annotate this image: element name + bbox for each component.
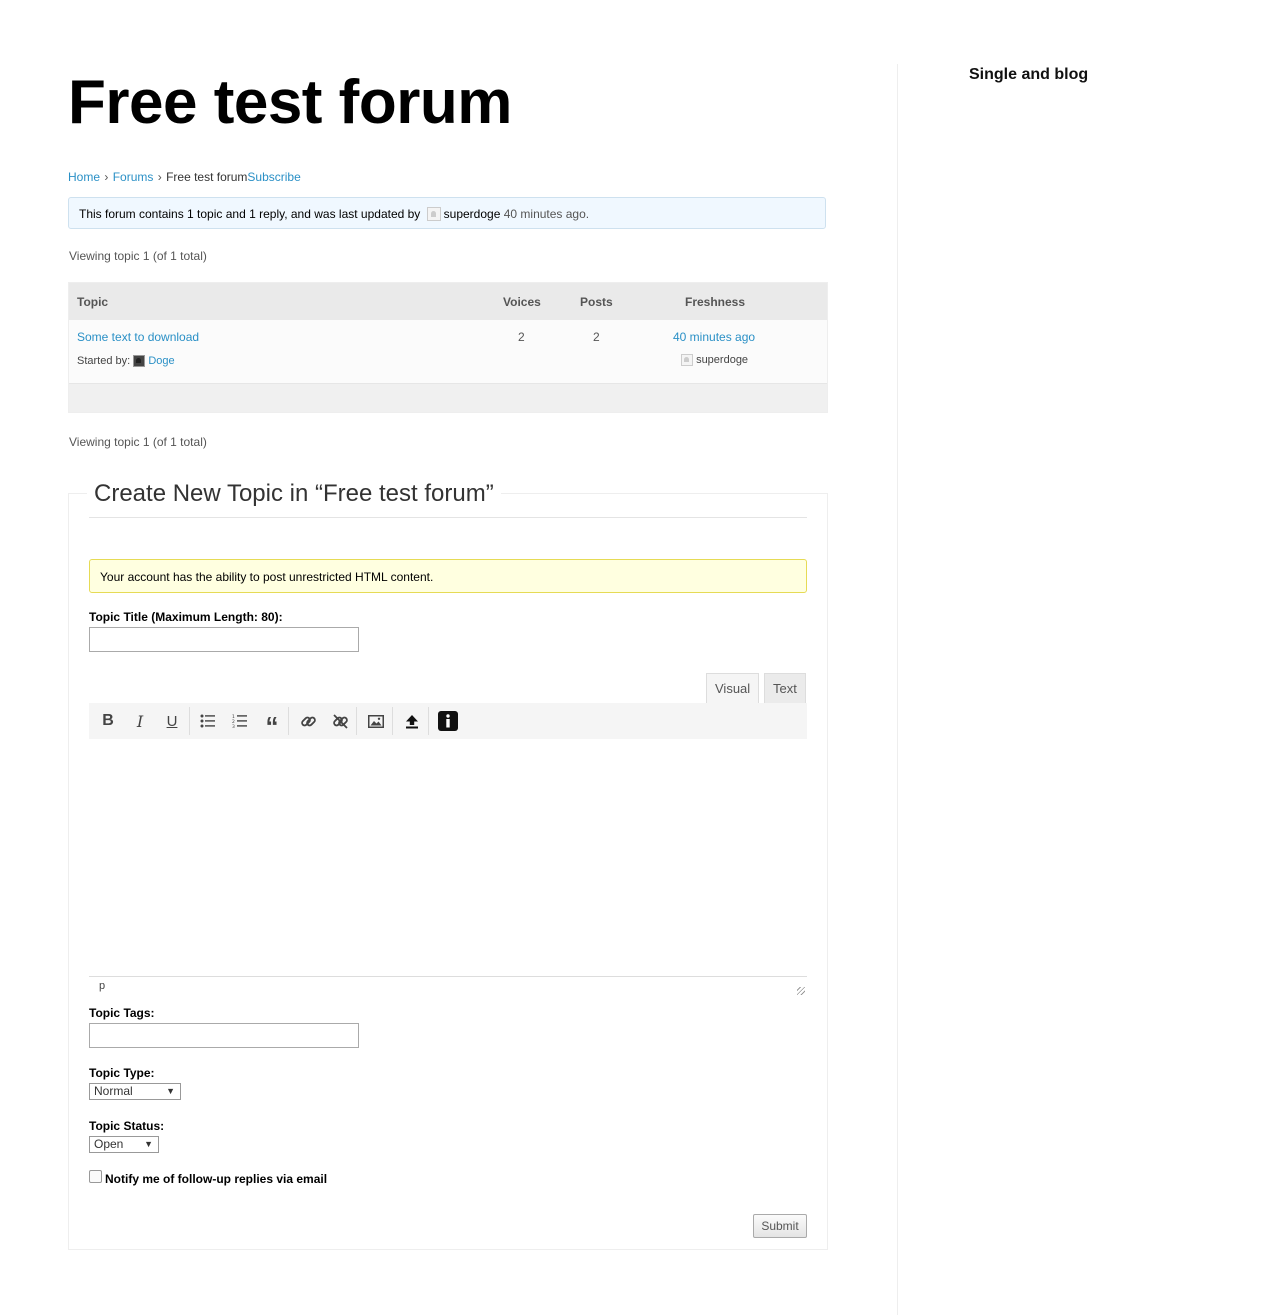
table-row: Some text to download Started by: Doge 2… bbox=[69, 320, 827, 383]
new-topic-legend: Create New Topic in “Free test forum” bbox=[87, 480, 501, 508]
topic-author-link[interactable]: Doge bbox=[148, 355, 174, 367]
bold-icon[interactable]: B bbox=[97, 711, 119, 731]
toolbar-separator bbox=[356, 707, 357, 735]
notify-label[interactable]: Notify me of follow-up replies via email bbox=[105, 1172, 327, 1186]
topics-table-header: Topic Voices Posts Freshness bbox=[69, 283, 827, 320]
topic-tags-input[interactable] bbox=[89, 1023, 359, 1048]
insert-image-icon[interactable] bbox=[365, 711, 387, 731]
breadcrumb: Home › Forums › Free test forumSubscribe bbox=[68, 170, 301, 184]
svg-text:3: 3 bbox=[232, 724, 235, 728]
pagination-count-top: Viewing topic 1 (of 1 total) bbox=[69, 249, 207, 263]
topic-type-select[interactable]: Normal ▼ bbox=[89, 1083, 181, 1100]
toolbar-separator bbox=[189, 707, 190, 735]
header-posts: Posts bbox=[580, 295, 613, 309]
chevron-down-icon: ▼ bbox=[166, 1086, 175, 1096]
numbered-list-icon[interactable]: 123 bbox=[229, 711, 251, 731]
header-voices: Voices bbox=[503, 295, 541, 309]
page-title: Free test forum bbox=[68, 68, 512, 137]
toolbar-separator bbox=[392, 707, 393, 735]
topic-last-user: superdoge bbox=[681, 354, 748, 366]
topic-freshness-link[interactable]: 40 minutes ago bbox=[673, 330, 755, 344]
legend-divider bbox=[89, 517, 807, 518]
subscribe-link[interactable]: Subscribe bbox=[247, 170, 300, 184]
topic-started-by: Started by: Doge bbox=[77, 355, 175, 367]
sidebar-divider bbox=[897, 64, 898, 1315]
breadcrumb-separator: › bbox=[104, 170, 109, 184]
last-user-name[interactable]: superdoge bbox=[696, 354, 748, 366]
toolbar-separator bbox=[428, 707, 429, 735]
blockquote-icon[interactable]: “ bbox=[261, 711, 283, 739]
author-avatar-icon bbox=[133, 355, 146, 367]
sidebar-heading: Single and blog bbox=[969, 66, 1089, 83]
topic-type-selected: Normal bbox=[94, 1084, 133, 1098]
header-freshness: Freshness bbox=[685, 295, 746, 309]
editor-statusbar: p bbox=[89, 976, 807, 997]
topic-title-label: Topic Title (Maximum Length: 80): bbox=[89, 610, 283, 624]
topic-posts-count: 2 bbox=[593, 330, 600, 344]
last-updated-time: 40 minutes ago. bbox=[503, 207, 590, 221]
header-topic: Topic bbox=[77, 295, 109, 309]
started-by-label: Started by: bbox=[77, 355, 131, 367]
underline-icon[interactable]: U bbox=[161, 711, 183, 731]
new-topic-form: Create New Topic in “Free test forum” Yo… bbox=[68, 480, 828, 1250]
remove-link-icon[interactable] bbox=[329, 711, 351, 731]
notify-checkbox[interactable] bbox=[89, 1170, 102, 1183]
html-notice: Your account has the ability to post unr… bbox=[89, 559, 807, 593]
breadcrumb-current: Free test forum bbox=[166, 170, 248, 184]
tab-visual[interactable]: Visual bbox=[706, 673, 760, 703]
tab-text[interactable]: Text bbox=[764, 673, 806, 703]
info-icon[interactable] bbox=[437, 711, 459, 731]
editor-toolbar: B I U 123 “ bbox=[89, 703, 807, 740]
topic-status-label: Topic Status: bbox=[89, 1119, 165, 1133]
topic-tags-label: Topic Tags: bbox=[89, 1006, 155, 1020]
breadcrumb-separator: › bbox=[157, 170, 162, 184]
upload-icon[interactable] bbox=[401, 711, 423, 731]
breadcrumb-home-link[interactable]: Home bbox=[68, 170, 100, 184]
topics-table-footer bbox=[69, 383, 827, 412]
editor-content-area[interactable] bbox=[89, 739, 807, 976]
resize-handle-icon[interactable] bbox=[797, 987, 805, 995]
topics-table: Topic Voices Posts Freshness Some text t… bbox=[68, 282, 828, 413]
forum-info-text: This forum contains 1 topic and 1 reply,… bbox=[79, 207, 421, 221]
italic-icon[interactable]: I bbox=[129, 711, 151, 731]
topic-title-link[interactable]: Some text to download bbox=[77, 330, 199, 344]
bulleted-list-icon[interactable] bbox=[197, 711, 219, 731]
sidebar: Single and blog bbox=[969, 66, 1249, 84]
topic-type-label: Topic Type: bbox=[89, 1066, 155, 1080]
insert-link-icon[interactable] bbox=[297, 711, 319, 731]
pagination-count-bottom: Viewing topic 1 (of 1 total) bbox=[69, 435, 207, 449]
topic-status-selected: Open bbox=[94, 1137, 124, 1151]
avatar-icon bbox=[426, 207, 441, 221]
topic-voices-count: 2 bbox=[518, 330, 525, 344]
toolbar-separator bbox=[288, 707, 289, 735]
breadcrumb-forums-link[interactable]: Forums bbox=[113, 170, 154, 184]
chevron-down-icon: ▼ bbox=[144, 1139, 153, 1149]
topic-title-input[interactable] bbox=[89, 627, 359, 652]
editor-element-path[interactable]: p bbox=[99, 980, 105, 992]
forum-info-notice: This forum contains 1 topic and 1 reply,… bbox=[68, 197, 826, 229]
last-user-avatar-icon bbox=[681, 354, 693, 366]
last-updated-user[interactable]: superdoge bbox=[444, 207, 501, 221]
submit-button[interactable]: Submit bbox=[753, 1214, 807, 1238]
topic-status-select[interactable]: Open ▼ bbox=[89, 1136, 159, 1153]
